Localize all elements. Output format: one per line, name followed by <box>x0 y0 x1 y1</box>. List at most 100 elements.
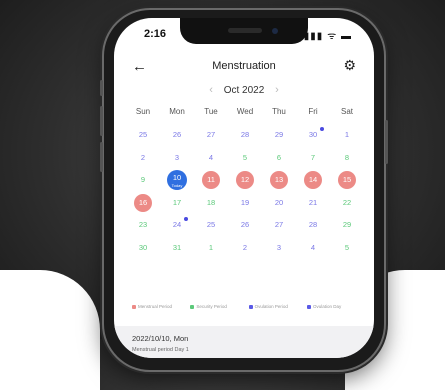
calendar-day[interactable]: 3 <box>262 237 296 260</box>
calendar-day[interactable]: 2 <box>126 147 160 170</box>
weekday-label: Mon <box>169 107 185 116</box>
weekday-header: Sun Mon Tue Wed Thu Fri Sat <box>126 107 364 116</box>
calendar-day[interactable]: 8 <box>330 147 364 170</box>
day-number: 22 <box>342 197 352 207</box>
calendar-day[interactable]: 5 <box>330 237 364 260</box>
calendar-day[interactable]: 23 <box>126 214 160 237</box>
calendar-day[interactable]: 2 <box>228 237 262 260</box>
legend-item: Security Period <box>190 304 245 309</box>
volume-up-button <box>100 106 103 136</box>
day-number: 25 <box>138 130 148 139</box>
day-number: 1 <box>208 242 214 252</box>
day-number: 28 <box>240 130 250 139</box>
day-number: 2 <box>140 152 146 162</box>
calendar-day[interactable]: 6 <box>262 147 296 170</box>
calendar-day[interactable]: 1 <box>330 124 364 147</box>
calendar-day[interactable]: 5 <box>228 147 262 170</box>
legend-label: Menstrual Period <box>138 304 173 309</box>
calendar-day[interactable]: 18 <box>194 192 228 215</box>
calendar-day[interactable]: 27 <box>262 214 296 237</box>
calendar-day[interactable]: 26 <box>228 214 262 237</box>
calendar-day[interactable]: 28 <box>296 214 330 237</box>
calendar-day[interactable]: 27 <box>194 124 228 147</box>
month-label: Oct 2022 <box>223 84 265 96</box>
calendar-week-row: 23 24 25 26 27 28 29 <box>126 214 364 237</box>
calendar-day[interactable]: 31 <box>160 237 194 260</box>
legend-label: Ovulation Period <box>254 304 288 309</box>
calendar-day[interactable]: 24 <box>160 214 194 237</box>
day-number: 3 <box>276 242 282 252</box>
day-number: 6 <box>276 152 282 162</box>
calendar-day[interactable]: 16 <box>126 192 160 215</box>
calendar-day[interactable]: 1 <box>194 237 228 260</box>
legend-swatch <box>248 305 253 309</box>
day-number: 30 <box>308 130 318 139</box>
front-camera <box>272 28 278 34</box>
legend: Menstrual Period Security Period Ovulation… <box>132 304 362 309</box>
calendar-week-row: 16 17 18 19 20 21 22 <box>126 192 364 215</box>
calendar-day[interactable]: 20 <box>262 192 296 215</box>
weekday-label: Tue <box>204 107 218 116</box>
calendar-day[interactable]: 9 <box>126 169 160 192</box>
legend-item: Ovulation Period <box>248 304 304 309</box>
calendar-day[interactable]: 30 <box>296 124 330 147</box>
calendar-day[interactable]: 13 <box>262 169 296 192</box>
calendar-day[interactable]: 29 <box>262 124 296 147</box>
today-label: Today <box>171 183 183 188</box>
settings-gear-icon[interactable]: ⚙ <box>343 57 356 74</box>
day-number: 7 <box>310 152 316 162</box>
calendar-day[interactable]: 12 <box>228 169 262 192</box>
weekday-label: Wed <box>236 107 254 116</box>
month-navigator: ‹ Oct 2022 › <box>114 84 374 102</box>
page-title: Menstruation <box>212 60 276 72</box>
calendar-week-row: 30 31 1 2 3 4 5 <box>126 237 364 260</box>
calendar-day[interactable]: 19 <box>228 192 262 215</box>
calendar-day[interactable]: 10 Today <box>160 169 194 192</box>
day-number: 9 <box>140 175 146 184</box>
power-button <box>385 120 388 164</box>
calendar-day[interactable]: 22 <box>330 192 364 215</box>
day-number: 5 <box>242 152 248 162</box>
day-number: 31 <box>172 242 182 252</box>
previous-month-chevron-icon[interactable]: ‹ <box>201 84 221 96</box>
legend-item: Menstrual Period <box>132 304 187 309</box>
ovulation-dot-icon <box>320 127 324 131</box>
calendar-day[interactable]: 7 <box>296 147 330 170</box>
day-number: 25 <box>206 220 216 229</box>
legend-swatch <box>190 305 195 309</box>
day-number: 4 <box>208 152 214 162</box>
legend-item: Ovulation Day <box>306 304 362 309</box>
calendar-day[interactable]: 21 <box>296 192 330 215</box>
day-number: 26 <box>172 130 182 139</box>
day-number: 24 <box>172 220 182 229</box>
calendar-day[interactable]: 14 <box>296 169 330 192</box>
backdrop-white-corner-left <box>0 270 100 390</box>
calendar-day[interactable]: 26 <box>160 124 194 147</box>
calendar-day[interactable]: 25 <box>194 214 228 237</box>
calendar-day[interactable]: 3 <box>160 147 194 170</box>
day-number: 5 <box>344 242 350 252</box>
weekday-label: Sat <box>340 107 353 116</box>
day-number: 12 <box>240 175 250 184</box>
day-number: 30 <box>138 242 148 252</box>
day-info-panel: 2022/10/10, Mon Menstrual period Day 1 <box>114 326 374 358</box>
calendar-day[interactable]: 17 <box>160 192 194 215</box>
calendar-day[interactable]: 30 <box>126 237 160 260</box>
calendar-day[interactable]: 28 <box>228 124 262 147</box>
calendar-day[interactable]: 29 <box>330 214 364 237</box>
calendar-day[interactable]: 4 <box>296 237 330 260</box>
cycle-day-detail: Menstrual period Day 1 <box>132 347 189 353</box>
calendar-day[interactable]: 15 <box>330 169 364 192</box>
day-number: 3 <box>174 152 180 162</box>
calendar-day[interactable]: 11 <box>194 169 228 192</box>
legend-label: Security Period <box>196 304 227 309</box>
day-number: 17 <box>172 197 182 207</box>
day-number: 11 <box>207 175 215 184</box>
next-month-chevron-icon[interactable]: › <box>267 84 287 96</box>
calendar-grid: 25 26 27 28 29 30 1 2 3 4 5 6 7 8 9 10 Today 11 12 13 14 15 16… <box>126 124 364 259</box>
legend-swatch <box>132 305 136 309</box>
calendar-day[interactable]: 4 <box>194 147 228 170</box>
day-number: 21 <box>308 197 318 207</box>
calendar-day[interactable]: 25 <box>126 124 160 147</box>
day-number: 20 <box>274 197 284 207</box>
